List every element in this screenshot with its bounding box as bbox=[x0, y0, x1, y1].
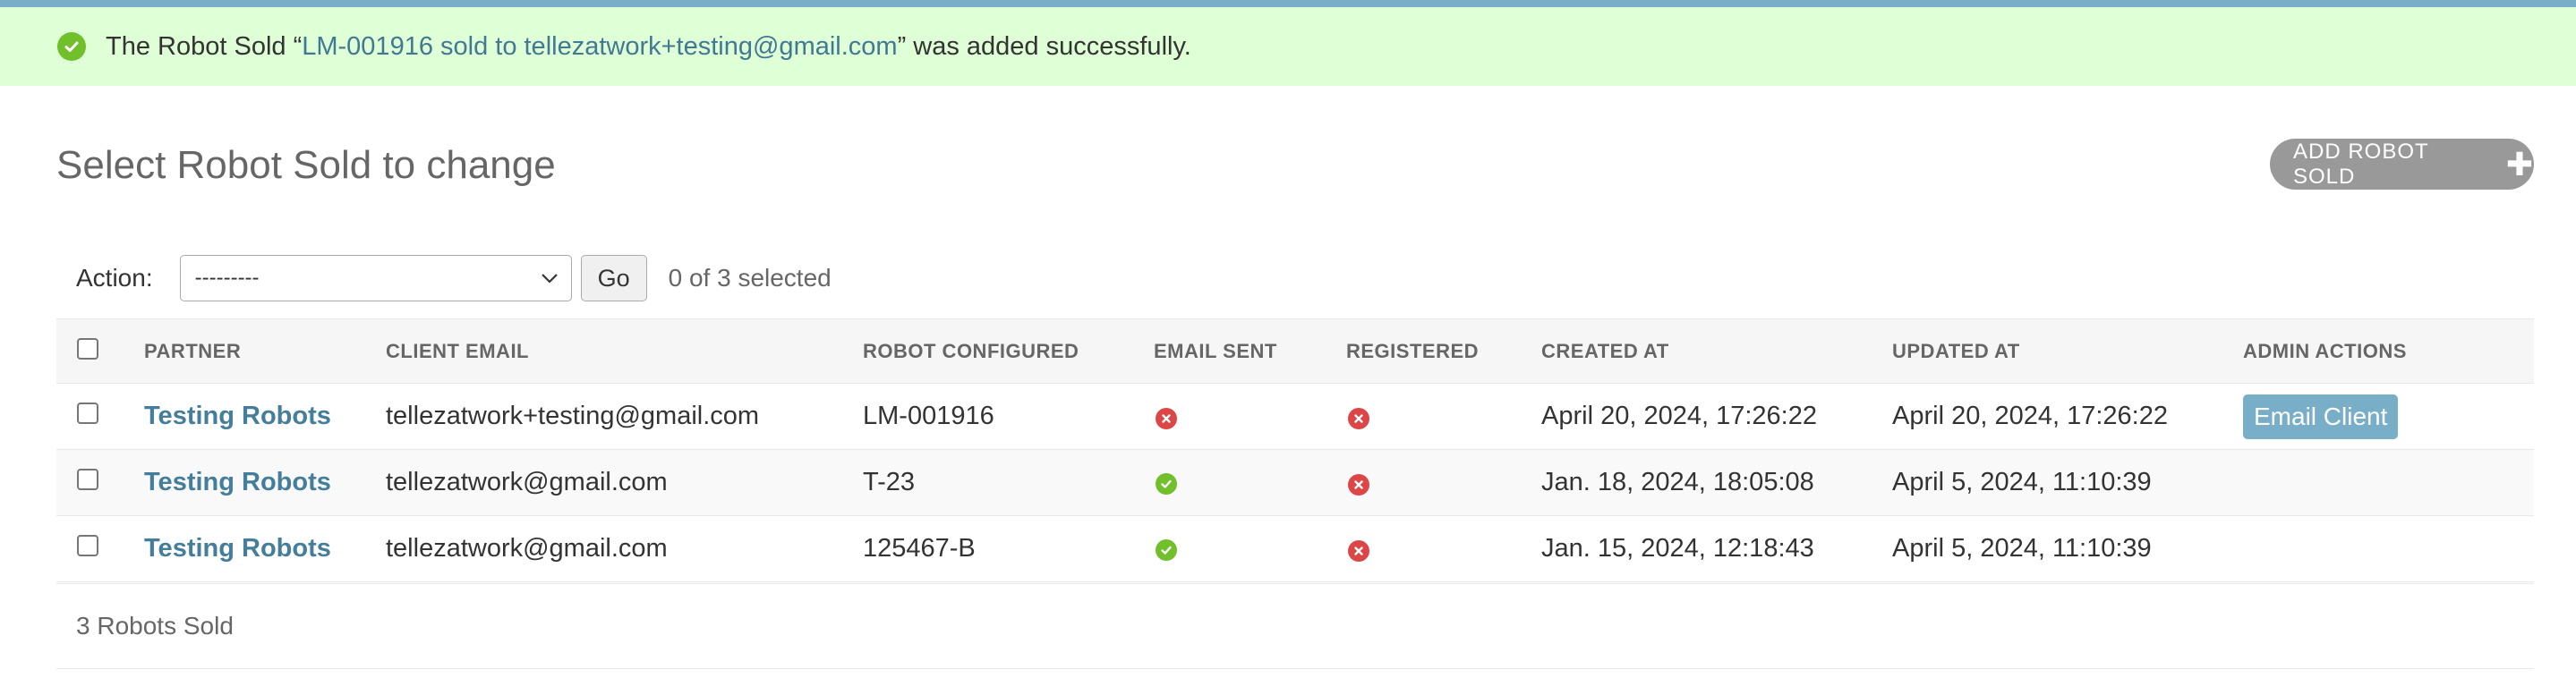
success-text: The Robot Sold “LM-001916 sold to tellez… bbox=[106, 31, 1191, 61]
updated-at-cell: April 5, 2024, 11:10:39 bbox=[1892, 534, 2152, 563]
select-all-checkbox[interactable] bbox=[77, 337, 98, 360]
row-checkbox[interactable] bbox=[77, 535, 98, 556]
add-button-label: ADD ROBOT SOLD bbox=[2293, 139, 2429, 189]
header-registered[interactable]: REGISTERED bbox=[1346, 319, 1541, 384]
selection-count: 0 of 3 selected bbox=[668, 264, 832, 292]
page-title: Select Robot Sold to change bbox=[56, 143, 556, 187]
x-circle-icon bbox=[1156, 408, 1177, 429]
success-check-icon bbox=[57, 32, 86, 61]
x-circle-icon bbox=[1348, 474, 1369, 496]
row-checkbox[interactable] bbox=[77, 469, 98, 490]
client-email-cell: tellezatwork+testing@gmail.com bbox=[386, 402, 760, 430]
actions-bar: Action: --------- Go 0 of 3 selected bbox=[56, 242, 832, 315]
header-admin-actions: ADMIN ACTIONS bbox=[2243, 339, 2407, 362]
partner-link[interactable]: Testing Robots bbox=[144, 534, 331, 563]
check-circle-icon bbox=[1156, 539, 1177, 561]
updated-at-cell: April 20, 2024, 17:26:22 bbox=[1892, 402, 2168, 430]
header-created-at[interactable]: CREATED AT bbox=[1541, 319, 1892, 384]
created-at-cell: Jan. 15, 2024, 12:18:43 bbox=[1541, 534, 1814, 563]
client-email-cell: tellezatwork@gmail.com bbox=[386, 534, 668, 563]
header-updated-at[interactable]: UPDATED AT bbox=[1892, 319, 2243, 384]
chevron-down-icon bbox=[541, 268, 559, 289]
action-select-value: --------- bbox=[194, 266, 260, 290]
header-email-sent[interactable]: EMAIL SENT bbox=[1154, 319, 1346, 384]
plus-icon: ✚ bbox=[2505, 145, 2534, 182]
added-object-link[interactable]: LM-001916 sold to tellezatwork+testing@g… bbox=[302, 32, 897, 61]
email-client-button[interactable]: Email Client bbox=[2243, 394, 2399, 439]
header-client-email[interactable]: CLIENT EMAIL bbox=[386, 319, 863, 384]
table-row: Testing Robots tellezatwork@gmail.com 1254… bbox=[56, 516, 2534, 582]
x-circle-icon bbox=[1348, 408, 1369, 429]
action-label: Action: bbox=[76, 264, 153, 292]
robot-configured-cell: T-23 bbox=[863, 468, 916, 496]
top-accent-bar bbox=[0, 0, 2576, 7]
go-button[interactable]: Go bbox=[580, 255, 647, 301]
partner-link[interactable]: Testing Robots bbox=[144, 468, 331, 496]
header-partner[interactable]: PARTNER bbox=[144, 319, 386, 384]
created-at-cell: Jan. 18, 2024, 18:05:08 bbox=[1541, 468, 1814, 496]
add-robot-sold-button[interactable]: ADD ROBOT SOLD ✚ bbox=[2270, 139, 2534, 190]
table-row: Testing Robots tellezatwork@gmail.com T-23… bbox=[56, 449, 2534, 516]
x-circle-icon bbox=[1348, 540, 1369, 562]
header-robot-configured[interactable]: ROBOT CONFIGURED bbox=[863, 319, 1154, 384]
action-select[interactable]: --------- bbox=[179, 255, 572, 301]
results-table: PARTNER CLIENT EMAIL ROBOT CONFIGURED EM… bbox=[56, 318, 2534, 582]
result-count: 3 Robots Sold bbox=[56, 583, 2534, 669]
row-checkbox[interactable] bbox=[77, 403, 98, 424]
client-email-cell: tellezatwork@gmail.com bbox=[386, 468, 668, 496]
table-row: Testing Robots tellezatwork+testing@gmail… bbox=[56, 384, 2534, 450]
partner-link[interactable]: Testing Robots bbox=[144, 402, 331, 430]
success-message: The Robot Sold “LM-001916 sold to tellez… bbox=[0, 7, 2576, 86]
robot-configured-cell: LM-001916 bbox=[863, 402, 994, 430]
check-circle-icon bbox=[1156, 473, 1177, 495]
robot-configured-cell: 125467-B bbox=[863, 534, 976, 563]
created-at-cell: April 20, 2024, 17:26:22 bbox=[1541, 402, 1817, 430]
updated-at-cell: April 5, 2024, 11:10:39 bbox=[1892, 468, 2152, 496]
table-header-row: PARTNER CLIENT EMAIL ROBOT CONFIGURED EM… bbox=[56, 318, 2534, 384]
